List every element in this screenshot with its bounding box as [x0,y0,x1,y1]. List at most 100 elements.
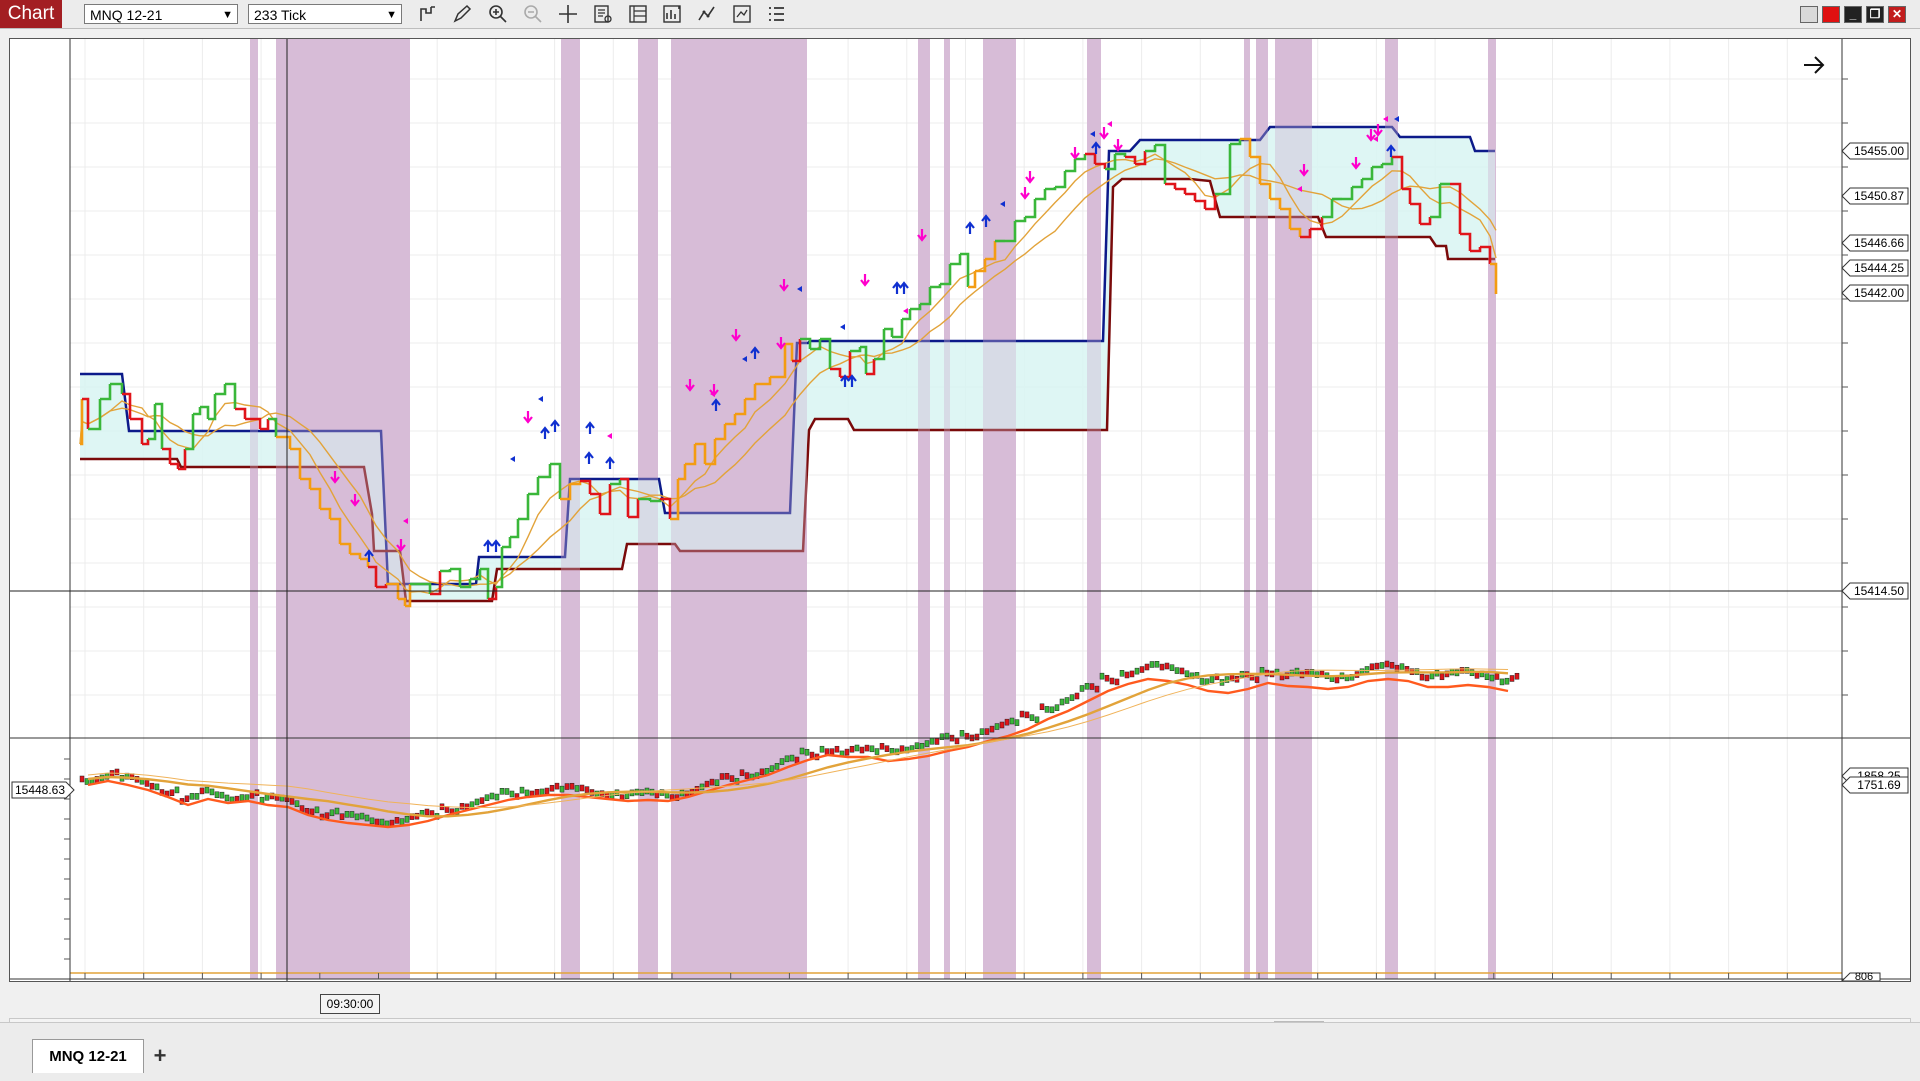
indicator-candle [1489,674,1495,682]
indicator-candle [879,743,885,750]
indicator-candle [1429,672,1435,680]
indicator-candle [1139,666,1145,673]
indicator-candle [1014,719,1020,726]
zoom-out-icon[interactable] [521,3,545,25]
indicator-candle [294,800,300,807]
chart-canvas[interactable]: 15455.00 15450.87 15446.66 15444.25 1544… [10,39,1910,983]
indicator-candle [379,818,385,826]
indicator-candle [1334,676,1340,684]
restore-icon[interactable] [1800,6,1818,23]
tab-instrument[interactable]: MNQ 12-21 [32,1039,144,1073]
indicator-candle [764,768,770,775]
indicator-candle [289,798,295,805]
indicator-candle [939,733,945,741]
indicator-candle [214,791,220,799]
interval-selector[interactable]: 233 Tick ▼ [248,4,402,24]
price-segment [528,477,540,496]
crosshair-left-text: 15448.63 [15,783,65,797]
indicators-icon[interactable] [695,3,719,25]
add-tab-button[interactable]: + [146,1042,174,1070]
indicator-candle [1199,678,1205,685]
indicator-candle [339,813,345,820]
chart-trader-icon[interactable] [730,3,754,25]
indicator-candle [1484,673,1490,680]
indicator-candle [1134,667,1140,675]
indicator-candle [484,794,490,801]
indicator-candle [154,783,160,791]
indicator-candle [1084,682,1090,690]
indicator-candle [709,778,715,786]
scroll-to-end-icon[interactable] [1804,56,1825,74]
indicator-candle [864,744,870,752]
indicator-candle [929,738,935,745]
indicator-candle [784,755,790,763]
chart-title-tab[interactable]: Chart [0,0,62,28]
buy-arrow-icon [483,539,493,552]
properties-icon[interactable] [626,3,650,25]
indicator-candle [144,780,150,787]
indicator-candle [174,786,180,794]
indicator-candle [744,772,750,779]
indicator-candle [509,790,515,798]
indicator-candle [314,806,320,814]
bar-type-icon[interactable] [416,3,440,25]
zoom-in-icon[interactable] [486,3,510,25]
price-label-15446: 15446.66 [1841,234,1909,252]
indicator-candle [874,748,880,755]
indicator-candle [924,740,930,747]
indicator-candle [309,808,315,816]
draw-pencil-icon[interactable] [450,3,474,25]
indicator-candle [204,786,210,794]
indicator-candle [984,728,990,735]
indicator-candle [1174,667,1180,674]
price-segment [518,494,530,521]
chart-panel[interactable]: 15455.00 15450.87 15446.66 15444.25 1544… [9,38,1911,983]
indicator-candle [329,809,335,817]
session-band-overlay [1488,39,1496,979]
indicator-candle [1169,664,1175,671]
price-segment [930,284,942,289]
price-channel [80,39,1496,979]
indicator-candle [1064,697,1070,704]
indicator-candle [1439,673,1445,681]
price-label-15444: 15444.25 [1841,259,1909,277]
sell-arrow-icon [1020,187,1030,200]
indicator-candle [1034,716,1040,724]
session-band-overlay [944,39,950,979]
crosshair-icon[interactable] [556,3,580,25]
data-box-icon[interactable] [591,3,615,25]
chevron-down-icon: ▼ [222,9,233,21]
indicator-candle [869,745,875,753]
indicator-candle [1379,662,1385,669]
indicator-candle [324,812,330,819]
indicator-candle [1369,663,1375,671]
indicator-candle [824,748,830,755]
indicator-candle [774,763,780,770]
sell-arrow-icon [523,411,533,424]
session-band-overlay [671,39,807,979]
indicator-candle [1514,672,1520,680]
indicator-candle [534,789,540,796]
indicator-candle [1364,666,1370,673]
indicator-candle [1259,667,1265,674]
indicator-candle [1004,718,1010,726]
minimize-icon[interactable]: _ [1844,6,1862,23]
indicator-candle [349,811,355,818]
price-segment [1035,189,1047,201]
record-icon[interactable] [1822,6,1840,23]
indicator-candle [564,783,570,790]
indicator-candle [1374,662,1380,670]
close-icon[interactable]: ✕ [1888,6,1906,23]
price-segment [440,569,452,573]
maximize-icon[interactable]: ❐ [1866,6,1884,23]
strategies-icon[interactable] [660,3,684,25]
indicator-candle [359,812,365,820]
indicator-candle [789,754,795,762]
indicator-candle [819,745,825,753]
list-icon[interactable] [764,3,788,25]
session-band-overlay [638,39,658,979]
indicator-candle [1044,706,1050,713]
instrument-selector[interactable]: MNQ 12-21 ▼ [84,4,238,24]
indicator-candle [584,786,590,793]
price-label-text: 15455.00 [1854,144,1904,158]
